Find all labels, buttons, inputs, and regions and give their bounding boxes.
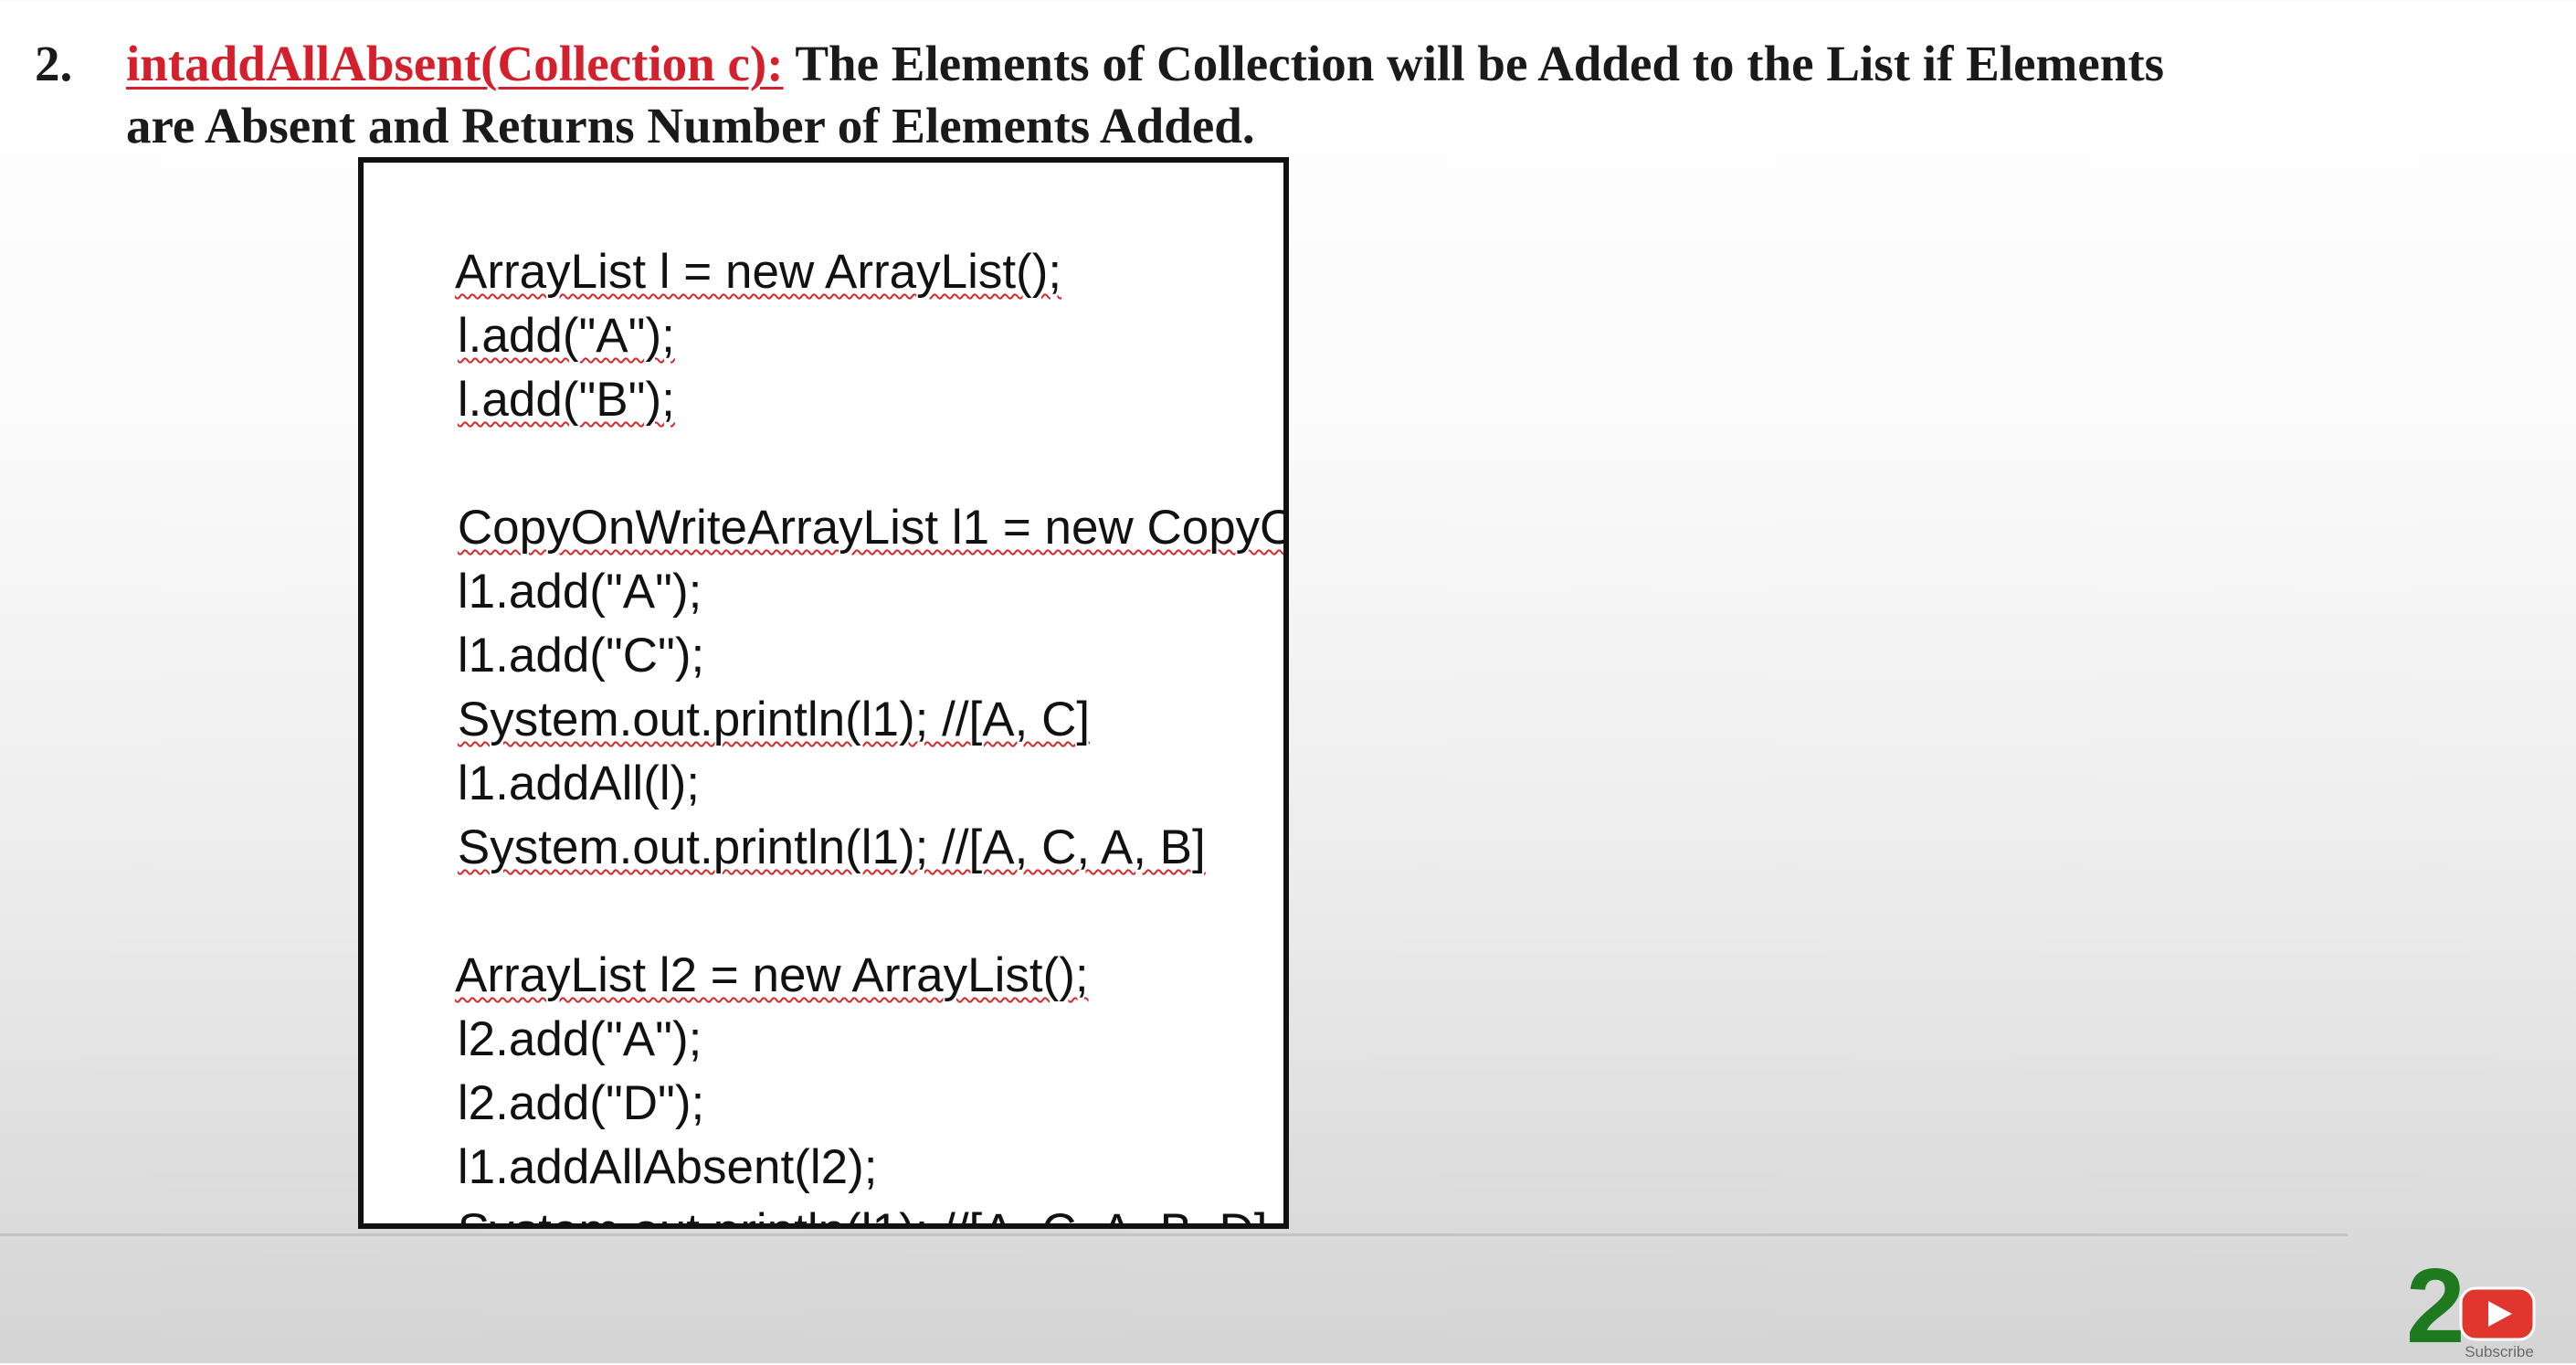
subscribe-button[interactable] xyxy=(2459,1286,2536,1341)
point-number: 2. xyxy=(35,36,73,91)
subscribe-label: Subscribe xyxy=(2465,1343,2534,1360)
code-line-text: System.out.println(l1); //[A, C, A, B, D… xyxy=(458,1204,1268,1223)
method-signature: intaddAllAbsent(Collection c): xyxy=(126,36,784,91)
divider xyxy=(0,1233,2348,1236)
channel-logo: 2 Subscribe xyxy=(2406,1252,2543,1361)
play-icon xyxy=(2459,1286,2536,1341)
point-text: intaddAllAbsent(Collection c): The Eleme… xyxy=(126,33,2227,157)
code-box: ArrayList l = new ArrayList(); l.add("A"… xyxy=(358,157,1289,1229)
code-line: System.out.println(l1); //[A, C, A, B, D… xyxy=(404,1149,1283,1223)
